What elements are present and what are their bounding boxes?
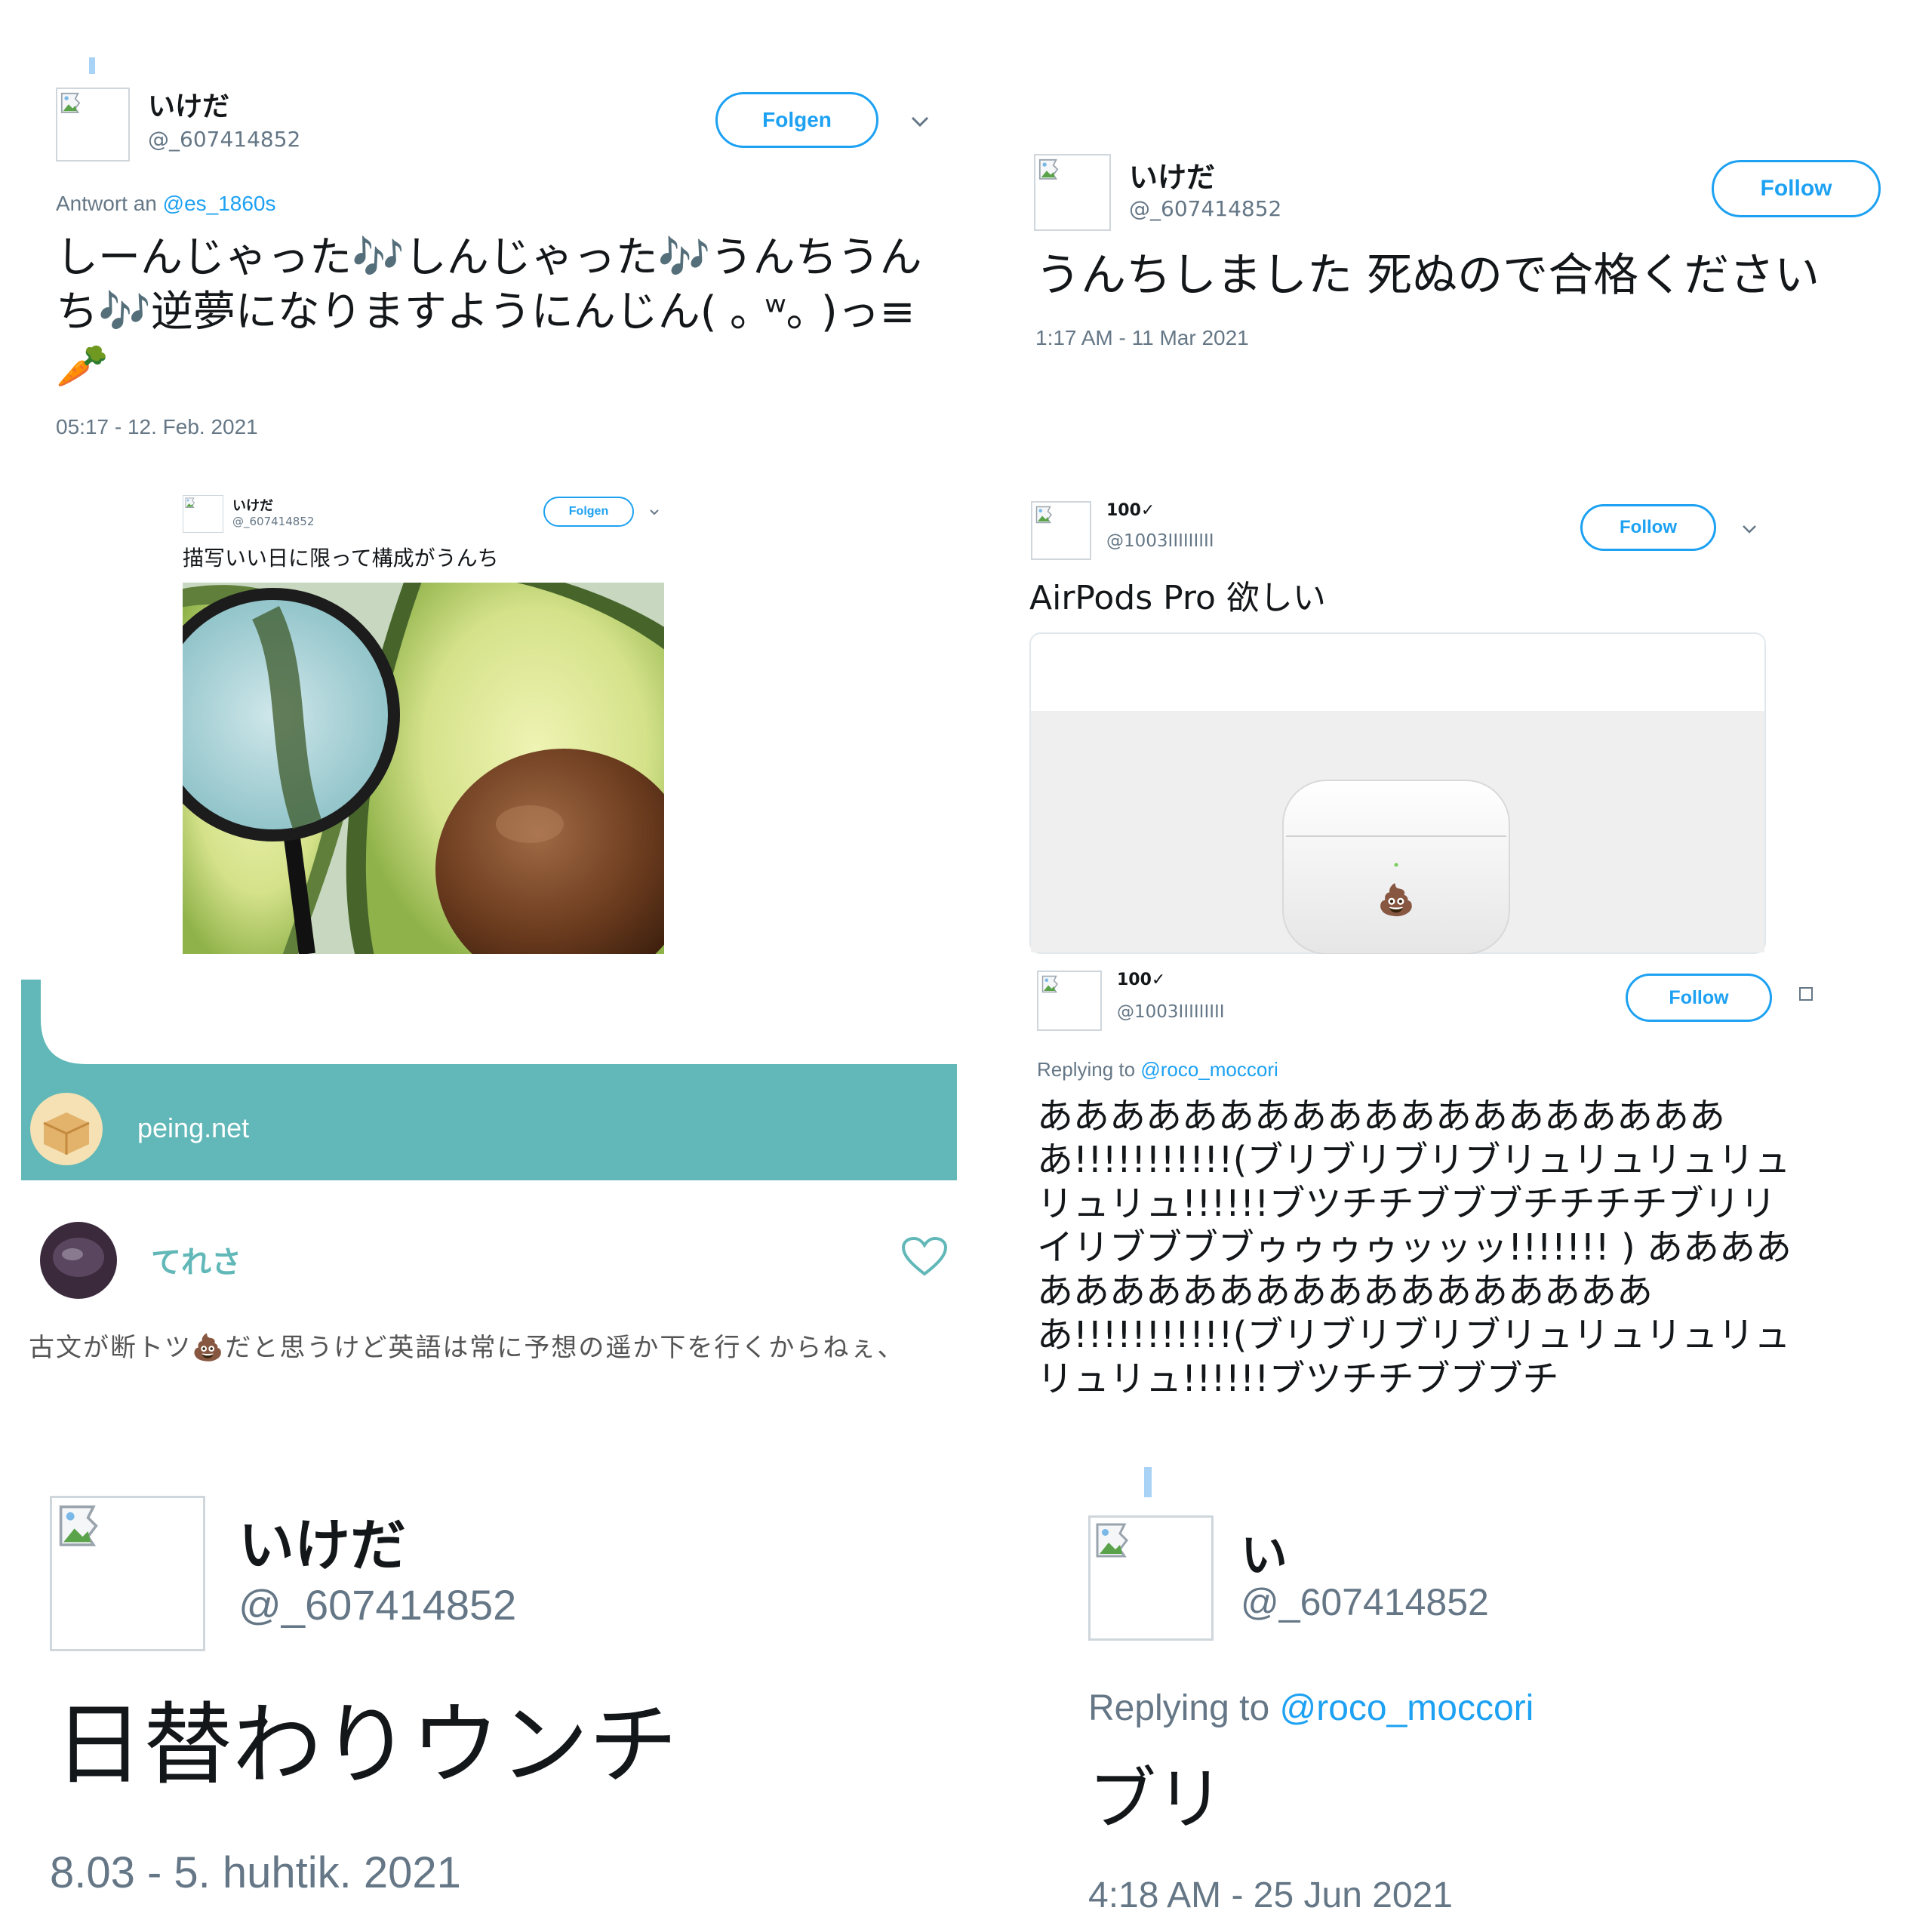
broken-image-icon [1038, 158, 1066, 186]
chevron-down-icon[interactable] [1742, 524, 1757, 534]
broken-image-icon [1095, 1522, 1140, 1567]
tweet-text: 日替わりウンチ [54, 1693, 678, 1797]
follow-button[interactable]: Follow [1626, 974, 1772, 1022]
broken-image-icon [1041, 975, 1064, 998]
reply-prefix: Replying to [1088, 1688, 1270, 1728]
reply-context: Replying to @roco_moccori [1037, 1058, 1278, 1081]
tweet-text: ブリ [1088, 1760, 1224, 1839]
follow-button[interactable]: Follow [1580, 504, 1716, 551]
heart-icon[interactable] [901, 1236, 948, 1277]
timestamp[interactable]: 4:18 AM - 25 Jun 2021 [1088, 1875, 1453, 1916]
avatar[interactable] [1031, 501, 1091, 560]
tweet-text: ああああああああああああああああああああ!!!!!!!!!!!(ブリブリブリブリ… [1037, 1095, 1792, 1400]
user-handle[interactable]: @_607414852 [148, 127, 300, 152]
display-name[interactable]: いけだ [232, 495, 273, 515]
chevron-down-icon[interactable] [649, 509, 660, 516]
peing-site-link[interactable]: peing.net [137, 1112, 249, 1144]
answerer-name[interactable]: てれさ [151, 1238, 242, 1281]
broken-image-icon [185, 497, 198, 511]
avatar[interactable] [183, 495, 223, 533]
avatar[interactable] [56, 88, 130, 162]
avocado-photo[interactable] [183, 583, 664, 954]
user-handle[interactable]: @1003IIIIIIIII [1117, 1002, 1225, 1022]
display-name[interactable]: いけだ [1129, 154, 1215, 195]
follow-button[interactable]: Folgen [543, 497, 634, 527]
display-name[interactable]: いけだ [238, 1500, 406, 1581]
display-name[interactable]: い [1241, 1517, 1287, 1585]
follow-button[interactable]: Follow [1712, 160, 1881, 217]
follow-button[interactable]: Folgen [715, 92, 878, 148]
poop-engraving-icon: 💩 [1377, 882, 1415, 918]
user-handle[interactable]: @_607414852 [232, 515, 314, 528]
timestamp[interactable]: 05:17 - 12. Feb. 2021 [56, 415, 258, 439]
thread-line [1144, 1467, 1152, 1497]
avatar[interactable] [50, 1496, 205, 1651]
peing-header-bar [21, 980, 957, 1180]
answer-text: 古文が断トツ💩だと思うけど英語は常に予想の遥か下を行くからねぇ、 [29, 1333, 905, 1363]
avatar[interactable] [1088, 1515, 1214, 1641]
broken-image-icon [60, 92, 88, 119]
reply-mention-link[interactable]: @es_1860s [163, 192, 276, 215]
thread-line [89, 57, 95, 74]
reply-prefix: Replying to [1037, 1058, 1136, 1081]
user-handle[interactable]: @1003IIIIIIIII [1106, 531, 1214, 551]
user-handle[interactable]: @_607414852 [238, 1580, 516, 1629]
tweet-text: しーんじゃった🎶しんじゃった🎶うんちうんち🎶逆夢になりますようにんじん( ｡ ʷ… [56, 233, 922, 391]
tweet-text: うんちしました 死ぬので合格ください [1035, 249, 1820, 302]
more-options-icon[interactable] [1799, 987, 1813, 1001]
user-handle[interactable]: @_607414852 [1129, 196, 1281, 221]
timestamp[interactable]: 1:17 AM - 11 Mar 2021 [1035, 326, 1249, 350]
broken-image-icon [1035, 506, 1058, 528]
timestamp[interactable]: 8.03 - 5. huhtik. 2021 [50, 1847, 461, 1898]
user-avatar[interactable] [39, 1221, 118, 1300]
broken-image-icon [58, 1504, 112, 1558]
avatar[interactable] [1037, 971, 1102, 1031]
chevron-down-icon[interactable] [910, 115, 930, 128]
display-name[interactable]: 100✓ [1117, 971, 1165, 989]
user-handle[interactable]: @_607414852 [1241, 1580, 1489, 1624]
display-name[interactable]: いけだ [148, 85, 229, 124]
tweet-text: 描写いい日に限って構成がうんち [183, 546, 499, 571]
display-name[interactable]: 100✓ [1106, 501, 1155, 520]
tweet-text: AirPods Pro 欲しい [1029, 579, 1326, 617]
peing-box-logo-icon [30, 1093, 103, 1165]
reply-context: Antwort an @es_1860s [56, 192, 276, 216]
avatar[interactable] [1034, 154, 1111, 231]
reply-context: Replying to @roco_moccori [1088, 1687, 1534, 1729]
reply-prefix: Antwort an [56, 192, 157, 215]
reply-mention-link[interactable]: @roco_moccori [1279, 1688, 1534, 1728]
reply-mention-link[interactable]: @roco_moccori [1140, 1058, 1278, 1081]
airpods-case-photo[interactable]: 💩 [1029, 632, 1766, 954]
